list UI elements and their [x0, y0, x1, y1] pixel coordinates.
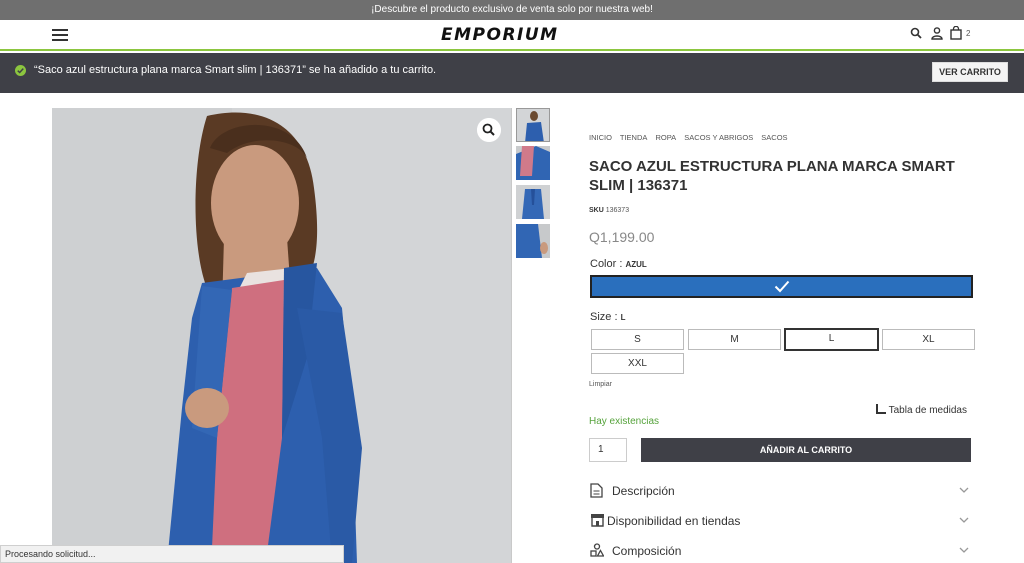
- size-option-xl[interactable]: XL: [882, 329, 975, 350]
- accordion-label: Composición: [612, 544, 682, 558]
- breadcrumb-item[interactable]: SACOS: [761, 133, 787, 142]
- added-to-cart-notice: “Saco azul estructura plana marca Smart …: [0, 53, 1024, 93]
- cart-count: 2: [966, 29, 971, 38]
- breadcrumb-item[interactable]: INICIO: [589, 133, 612, 142]
- size-value: L: [620, 313, 626, 322]
- accordion-label: Descripción: [612, 484, 675, 498]
- brand-logo[interactable]: EMPORIUM: [441, 25, 559, 45]
- accordion-descripcion[interactable]: Descripción: [589, 480, 971, 502]
- browser-status-bar: Procesando solicitud...: [0, 545, 344, 563]
- color-label: Color : AZUL: [590, 258, 647, 270]
- bag-icon[interactable]: [950, 26, 962, 40]
- size-label: Size : L: [590, 311, 626, 323]
- product-main-image[interactable]: [52, 108, 512, 563]
- user-icon[interactable]: [931, 27, 943, 40]
- breadcrumb-item[interactable]: ROPA: [655, 133, 676, 142]
- chevron-down-icon: [959, 487, 969, 493]
- stock-status: Hay existencias: [589, 416, 660, 427]
- accordion-label: Disponibilidad en tiendas: [607, 514, 741, 528]
- site-header: EMPORIUM 2: [0, 20, 1024, 51]
- check-circle-icon: [15, 65, 26, 76]
- size-option-m[interactable]: M: [688, 329, 781, 350]
- zoom-icon[interactable]: [477, 118, 501, 142]
- color-swatch-azul[interactable]: [590, 275, 973, 298]
- product-price: Q1,199.00: [589, 229, 655, 245]
- breadcrumb-item[interactable]: TIENDA: [620, 133, 648, 142]
- document-icon: [590, 483, 603, 498]
- add-to-cart-button[interactable]: AÑADIR AL CARRITO: [641, 438, 971, 462]
- size-option-l[interactable]: L: [784, 328, 879, 351]
- product-sku: SKU 136373: [589, 207, 629, 214]
- product-thumbnail[interactable]: [516, 224, 550, 258]
- size-option-xxl[interactable]: XXL: [591, 353, 684, 374]
- product-thumbnail[interactable]: [516, 146, 550, 180]
- chevron-down-icon: [959, 517, 969, 523]
- notice-message: “Saco azul estructura plana marca Smart …: [34, 64, 437, 76]
- accordion-composicion[interactable]: Composición: [589, 540, 971, 562]
- chevron-down-icon: [959, 547, 969, 553]
- check-icon: [774, 280, 790, 293]
- view-cart-button[interactable]: VER CARRITO: [932, 62, 1008, 82]
- breadcrumb: INICIO TIENDA ROPA SACOS Y ABRIGOS SACOS: [589, 133, 794, 142]
- promo-text: ¡Descubre el producto exclusivo de venta…: [371, 4, 653, 15]
- size-chart-link[interactable]: Tabla de medidas: [876, 404, 967, 416]
- menu-icon[interactable]: [52, 29, 68, 41]
- store-icon: [591, 514, 604, 527]
- sku-value: 136373: [605, 207, 630, 214]
- shapes-icon: [590, 543, 604, 557]
- sku-label: SKU: [589, 207, 604, 214]
- product-thumbnail[interactable]: [516, 185, 550, 219]
- size-option-s[interactable]: S: [591, 329, 684, 350]
- product-title: SACO AZUL ESTRUCTURA PLANA MARCA SMART S…: [589, 158, 955, 194]
- quantity-input[interactable]: 1: [589, 438, 627, 462]
- accordion-disponibilidad[interactable]: Disponibilidad en tiendas: [589, 510, 971, 532]
- ruler-icon: [876, 404, 886, 414]
- color-value: AZUL: [625, 260, 647, 269]
- product-thumbnail[interactable]: [516, 108, 550, 142]
- promo-banner: ¡Descubre el producto exclusivo de venta…: [0, 0, 1024, 20]
- clear-selection-link[interactable]: Limpiar: [589, 381, 612, 388]
- search-icon[interactable]: [910, 27, 922, 39]
- breadcrumb-item[interactable]: SACOS Y ABRIGOS: [684, 133, 753, 142]
